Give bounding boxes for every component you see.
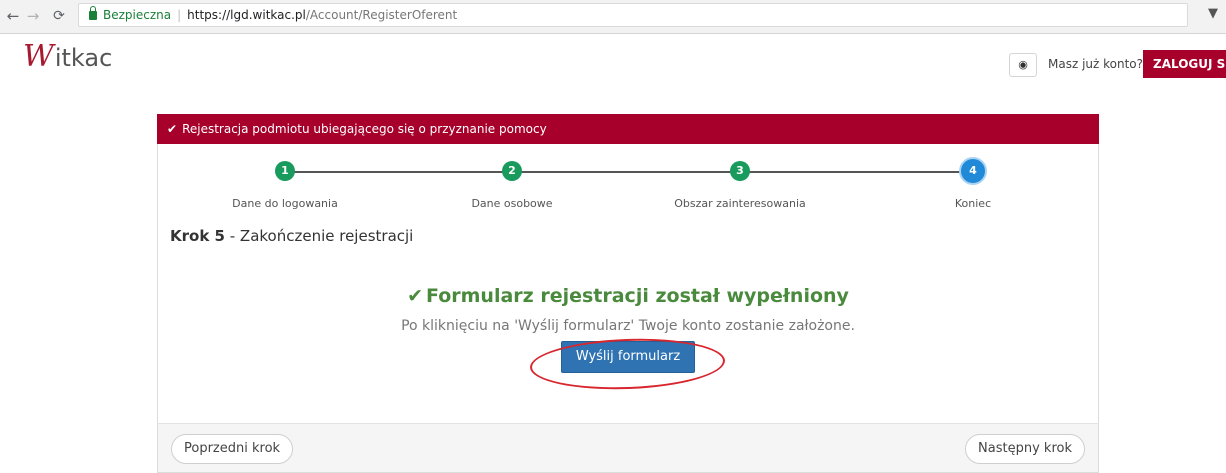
eye-icon[interactable]: ◉: [1009, 53, 1037, 77]
witkac-logo[interactable]: Witkac: [23, 40, 112, 74]
logo-initial: W: [23, 39, 54, 74]
back-arrow-icon[interactable]: ←: [4, 6, 22, 26]
secure-label: Bezpieczna: [103, 8, 172, 22]
logo-text: itkac: [54, 44, 113, 72]
checkmark-icon: ✔: [407, 285, 423, 307]
step-3-indicator[interactable]: 3: [730, 161, 750, 181]
step-1-indicator[interactable]: 1: [275, 161, 295, 181]
step-heading: Krok 5 - Zakończenie rejestracji: [170, 227, 413, 245]
check-icon: ✔: [167, 122, 178, 136]
panel-header: ✔ Rejestracja podmiotu ubiegającego się o…: [157, 114, 1099, 144]
step-2-indicator[interactable]: 2: [502, 161, 522, 181]
step-4-label: Koniec: [954, 197, 992, 210]
login-button[interactable]: ZALOGUJ SIĘ: [1143, 50, 1226, 78]
extension-icon[interactable]: ▼: [1208, 6, 1218, 21]
step-3-label: Obszar zainteresowania: [674, 197, 806, 210]
step-2-label: Dane osobowe: [471, 197, 553, 210]
step-heading-text: - Zakończenie rejestracji: [224, 227, 414, 245]
step-1-label: Dane do logowania: [232, 197, 338, 210]
url-path: /Account/RegisterOferent: [305, 8, 458, 22]
lock-icon: [89, 6, 97, 20]
have-account-text: Masz już konto?: [1048, 57, 1144, 71]
previous-step-button[interactable]: Poprzedni krok: [171, 434, 294, 464]
panel-title: Rejestracja podmiotu ubiegającego się o …: [182, 122, 547, 136]
browser-toolbar: ← → ⟳ Bezpieczna | https://lgd.witkac.pl/A…: [0, 0, 1226, 34]
success-title-text: Formularz rejestracji został wypełniony: [425, 285, 849, 307]
registration-panel: ✔ Rejestracja podmiotu ubiegającego się o…: [157, 114, 1099, 473]
next-step-button[interactable]: Następny krok: [965, 434, 1085, 464]
step-4-indicator[interactable]: 4: [959, 157, 987, 185]
url-separator: |: [177, 8, 182, 22]
reload-icon[interactable]: ⟳: [50, 6, 68, 26]
success-message: Po kliknięciu na 'Wyślij formularz' Twoj…: [401, 318, 855, 334]
url-host: https://lgd.witkac.pl: [187, 8, 306, 22]
forward-arrow-icon[interactable]: →: [24, 6, 42, 26]
success-title: ✔ Formularz rejestracji został wypełniony: [158, 285, 1098, 307]
step-number: Krok 5: [170, 227, 225, 245]
address-bar[interactable]: Bezpieczna | https://lgd.witkac.pl/Account…: [78, 3, 1188, 27]
steps-progress-line: [285, 171, 973, 173]
send-form-button[interactable]: Wyślij formularz: [561, 341, 695, 373]
panel-footer: Poprzedni krok Następny krok: [158, 423, 1098, 472]
